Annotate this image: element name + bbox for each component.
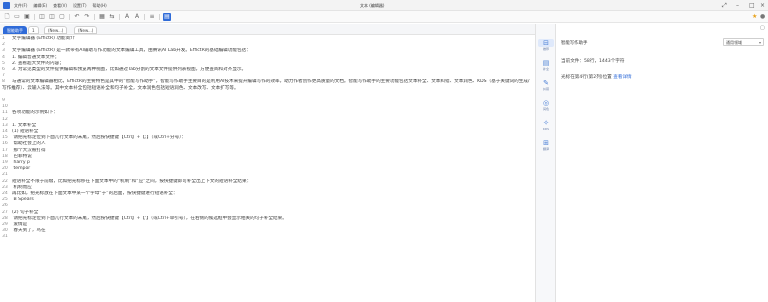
assistant-panel: 智能写作助手 通用领域 ▾ 当前文件：58行，1443个字符 光标在第4行(第2… bbox=[557, 35, 768, 302]
sidebar-item-translate[interactable]: ⊞ 翻译 bbox=[538, 139, 554, 151]
line-number: 31 bbox=[2, 234, 8, 240]
menu-help[interactable]: 帮助(H) bbox=[93, 3, 107, 9]
tab-new-1[interactable]: (New...) bbox=[44, 26, 68, 34]
copy-icon[interactable]: ◫ bbox=[48, 13, 56, 21]
line-text: 与通常的文本编辑器相比，EffictR的主要特色是其中的“智能写作助手”，智能写… bbox=[2, 79, 530, 91]
editor-line[interactable]: 31 bbox=[2, 234, 532, 240]
line-text: 帮助社会上的人 bbox=[12, 141, 46, 147]
ai-icon[interactable]: ▤ bbox=[163, 13, 171, 21]
line-text: 1. 文本补全 bbox=[12, 122, 37, 128]
toolbar: 🗋 ▭ ▣ ◫ ◫ ▢ ↶ ↷ ▦ ⇆ A A ≡ ▤ bbox=[0, 11, 768, 23]
toolbar-divider bbox=[34, 14, 35, 20]
paste-icon[interactable]: ▢ bbox=[58, 13, 66, 21]
find-icon[interactable]: ▦ bbox=[98, 13, 106, 21]
panel-title: 智能写作助手 bbox=[561, 41, 588, 46]
toolbar-divider bbox=[119, 14, 120, 20]
new-file-icon[interactable]: 🗋 bbox=[3, 13, 11, 21]
cursor-position: 光标在第4行(第2列)位置 查看详情 bbox=[561, 74, 632, 80]
line-text: 爱情是 bbox=[12, 222, 28, 227]
font-decrease-icon[interactable]: A bbox=[133, 13, 141, 21]
line-text: 短语补全不限于前缀，比如把光标移在下面文本中的“机制”和“应”之间，按快捷键即可… bbox=[12, 178, 252, 184]
toolbar-divider bbox=[69, 14, 70, 20]
line-text: tempor bbox=[12, 166, 31, 172]
sidebar-item-recommend[interactable]: ⊟ 推荐 bbox=[538, 39, 554, 51]
file-stats: 当前文件：58行，1443个字符 bbox=[561, 59, 625, 64]
correction-icon: ✎ bbox=[543, 79, 549, 87]
menu-edit[interactable]: 编辑(E) bbox=[33, 3, 47, 9]
menu-settings[interactable]: 设置(T) bbox=[73, 3, 87, 9]
toolbar-divider bbox=[159, 14, 160, 20]
tab-new-2[interactable]: (New...) bbox=[74, 26, 98, 34]
replace-icon[interactable]: ⇆ bbox=[108, 13, 116, 21]
maximize-icon[interactable]: □ bbox=[749, 2, 755, 9]
chevron-down-icon: ▾ bbox=[758, 40, 761, 45]
format-icon[interactable]: ≡ bbox=[148, 13, 156, 21]
menu-file[interactable]: 文件(F) bbox=[14, 3, 27, 9]
line-text: 请把光标定位到下面几行文本的末尾，然后按快捷键【Ctrl】+【'】（或Ctrl+… bbox=[12, 215, 287, 221]
cut-icon[interactable]: ◫ bbox=[38, 13, 46, 21]
kds-icon: ✧ bbox=[543, 119, 549, 127]
sidebar-item-polish[interactable]: ◎ 润色 bbox=[538, 99, 554, 111]
line-text: 机制而应 bbox=[12, 184, 32, 190]
sidebar-item-correction[interactable]: ✎ 纠错 bbox=[538, 79, 554, 91]
close-icon[interactable]: × bbox=[760, 2, 765, 9]
minimize-icon[interactable]: – bbox=[736, 2, 739, 9]
line-text: 巴菲特说 bbox=[12, 153, 32, 159]
line-text: 2. 查看超大文件的内容； bbox=[12, 60, 64, 66]
line-text: 春天到了，鸟在 bbox=[12, 228, 46, 234]
undo-icon[interactable]: ↶ bbox=[73, 13, 81, 21]
line-text: (2) 句子补全 bbox=[12, 209, 39, 215]
line-text: harry p bbox=[12, 160, 30, 165]
save-icon[interactable]: ▣ bbox=[23, 13, 31, 21]
help-icon[interactable]: ● bbox=[760, 13, 765, 20]
tab-1[interactable]: 1 bbox=[28, 26, 39, 34]
assistant-sidebar: ⊟ 推荐 ▤ 补全 ✎ 纠错 ◎ 润色 ✧ KDS ⊞ 翻译 bbox=[536, 24, 556, 302]
toolbar-divider bbox=[144, 14, 145, 20]
redo-icon[interactable]: ↷ bbox=[83, 13, 91, 21]
line-text: 1. 编辑普通文本文件； bbox=[12, 54, 60, 60]
restore-icon[interactable]: ⤢ bbox=[722, 2, 727, 9]
open-file-icon[interactable]: ▭ bbox=[13, 13, 21, 21]
title-bar: 文件(F) 编辑(E) 查看(V) 设置(T) 帮助(H) 文本 (编辑器) ⤢… bbox=[0, 0, 768, 11]
line-text: 3. 为常见类型的文件提供编辑和预览两种视图，比如通过Tab分割的文本文件提供列… bbox=[12, 67, 247, 72]
menu-bar: 文件(F) 编辑(E) 查看(V) 设置(T) 帮助(H) bbox=[14, 3, 107, 9]
polish-icon: ◎ bbox=[542, 99, 550, 107]
star-icon[interactable]: ★ bbox=[752, 13, 757, 20]
translate-icon: ⊞ bbox=[543, 139, 549, 147]
line-text: 文字编辑器 (EffictR) 功能简介 bbox=[12, 36, 75, 41]
line-text: 请把光标定位到下面几行文本的末尾，然后按快捷键【Ctrl】+【;】（或Ctrl+… bbox=[12, 135, 187, 141]
line-text: B Spears bbox=[12, 197, 34, 203]
line-text: 再比如，把光标放在下面文本中某一个字母“于”的后面，按快捷键进行短语补全： bbox=[12, 191, 178, 196]
window-title: 文本 (编辑器) bbox=[360, 3, 385, 8]
menu-view[interactable]: 查看(V) bbox=[53, 3, 67, 9]
line-text: 文字编辑器 (EffictR) 是一款带有AI辅助写作功能的文本编辑工具，由腾讯… bbox=[12, 48, 251, 54]
tab-bar: 智能助手 1 (New...) (New...) bbox=[0, 24, 535, 35]
sidebar-item-completion[interactable]: ▤ 补全 bbox=[538, 59, 554, 71]
sidebar-item-kds[interactable]: ✧ KDS bbox=[538, 119, 554, 131]
line-text: (1) 短语补全 bbox=[12, 129, 39, 134]
text-editor[interactable]: 1 文字编辑器 (EffictR) 功能简介 2 3 文字编辑器 (EffictR) 是… bbox=[0, 35, 535, 302]
line-text: 那个大汉被打得 bbox=[12, 147, 46, 153]
line-text: 各项功能的示例如下： bbox=[12, 110, 58, 116]
toolbar-divider bbox=[94, 14, 95, 20]
font-increase-icon[interactable]: A bbox=[123, 13, 131, 21]
recommend-icon: ⊟ bbox=[538, 39, 554, 47]
details-link[interactable]: 查看详情 bbox=[613, 75, 631, 80]
domain-select-value: 通用领域 bbox=[726, 40, 742, 45]
collapse-panel-icon[interactable]: ▢ bbox=[760, 25, 765, 31]
cursor-position-text: 光标在第4行(第2列)位置 bbox=[561, 75, 612, 80]
completion-icon: ▤ bbox=[542, 59, 550, 67]
app-logo bbox=[3, 2, 10, 9]
domain-select[interactable]: 通用领域 ▾ bbox=[723, 38, 764, 46]
editor-line[interactable]: 8 与通常的文本编辑器相比，EffictR的主要特色是其中的“智能写作助手”，智能… bbox=[2, 79, 532, 98]
tab-assistant[interactable]: 智能助手 bbox=[3, 26, 27, 34]
